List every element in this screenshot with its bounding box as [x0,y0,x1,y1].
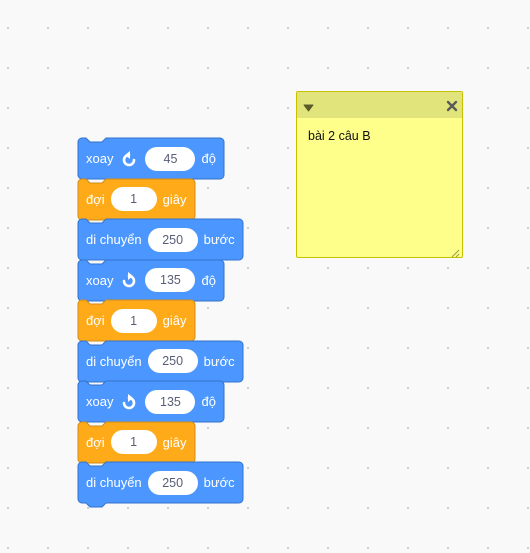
block-content: đợi 1 giây [78,179,187,220]
wait-block[interactable]: đợi 1 giây [77,299,196,342]
resize-handle-icon[interactable] [450,245,460,258]
block-label: độ [201,151,216,166]
wait-block[interactable]: đợi 1 giây [77,421,196,463]
block-value-input[interactable]: 1 [110,187,157,211]
rotate-left-icon [119,149,139,169]
block-label: bước [203,353,235,369]
block-label: bước [203,232,235,247]
move-block[interactable]: di chuyển 250 bước [77,461,244,508]
block-content: di chuyển 250 bước [78,219,235,260]
block-label: xoay [86,272,114,288]
block-value-input[interactable]: 135 [145,389,196,414]
move-block[interactable]: di chuyển 250 bước [77,218,244,261]
block-label: di chuyển [86,475,142,490]
block-label: xoay [86,394,114,409]
block-content: xoay 135 độ [78,260,216,301]
wait-block[interactable]: đợi 1 giây [77,178,196,220]
block-value-input[interactable]: 135 [145,268,196,292]
block-value-input[interactable]: 250 [147,470,198,495]
block-label: di chuyển [86,232,142,247]
block-content: di chuyển 250 bước [78,341,235,382]
block-label: di chuyển [86,353,142,369]
block-content: xoay 135 độ [78,381,216,422]
comment-note[interactable]: bài 2 câu B [296,91,463,258]
block-label: độ [201,272,216,288]
block-value-input[interactable]: 250 [147,349,198,373]
turn-block[interactable]: xoay 135 độ [77,259,225,301]
block-content: đợi 1 giây [78,422,187,463]
block-label: xoay [86,151,114,166]
block-content: xoay 45 độ [78,138,216,179]
block-label: giây [162,434,187,450]
block-label: giây [162,313,187,328]
move-block[interactable]: di chuyển 250 bước [77,340,244,382]
block-value-input[interactable]: 250 [147,227,198,252]
block-label: đợi [86,434,105,450]
block-label: độ [201,394,216,409]
triangle-down-icon[interactable] [303,100,314,112]
rotate-right-icon [119,392,139,412]
script-block-stack[interactable]: xoay 45 độ đợi 1 giây di chuyển 250 bước xoay 135 đ… [0,0,530,553]
comment-note-text[interactable]: bài 2 câu B [308,129,371,143]
block-value-input[interactable]: 1 [110,430,157,454]
close-icon[interactable] [446,99,458,112]
block-label: giây [162,191,187,207]
block-content: di chuyển 250 bước [78,462,235,503]
block-label: bước [203,475,235,490]
rotate-right-icon [119,270,139,290]
comment-note-header[interactable] [297,92,462,118]
block-label: đợi [86,191,105,207]
block-content: đợi 1 giây [78,300,187,341]
block-value-input[interactable]: 45 [145,146,196,171]
turn-block[interactable]: xoay 45 độ [77,137,225,180]
turn-block[interactable]: xoay 135 độ [77,380,225,423]
block-value-input[interactable]: 1 [110,308,157,333]
block-label: đợi [86,313,105,328]
